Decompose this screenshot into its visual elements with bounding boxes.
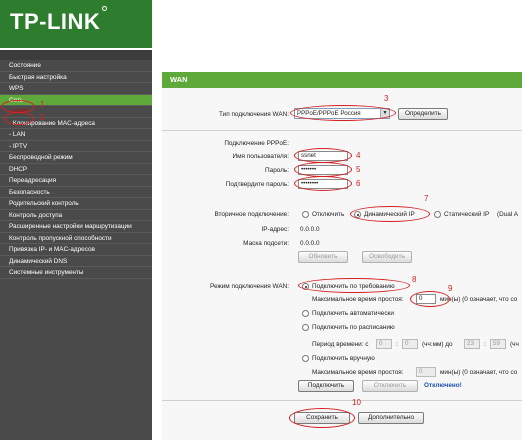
- mode-manual-label: Подключить вручную: [312, 355, 375, 362]
- page-title: WAN: [162, 72, 522, 88]
- mode-auto-label: Подключить автоматически: [312, 310, 394, 317]
- annotation-number-1: 1: [40, 100, 45, 109]
- wan-mode-label: Режим подключения WAN:: [210, 283, 289, 290]
- annotation-circle-6: [294, 176, 352, 191]
- period-from-hour-input[interactable]: 0: [376, 339, 392, 349]
- wan-type-label: Тип подключения WAN:: [219, 111, 289, 118]
- mode-auto-radio[interactable]: [302, 310, 309, 317]
- sidebar-item-wps[interactable]: WPS: [0, 83, 152, 95]
- logo-area: TP-LINK: [0, 0, 152, 48]
- subnet-mask-value: 0.0.0.0: [300, 240, 320, 247]
- annotation-number-10: 10: [352, 398, 361, 407]
- connect-button[interactable]: Подключить: [298, 380, 354, 392]
- annotation-number-2: 2: [40, 113, 45, 122]
- annotation-circle-2: [4, 112, 34, 125]
- time-colon: :: [396, 341, 398, 348]
- sidebar-item-parental[interactable]: Родительский контроль: [0, 198, 152, 210]
- secondary-static-ip-label: Статический IP: [444, 211, 490, 218]
- period-separator: (чч:мм) до: [422, 341, 453, 348]
- connection-status: Отключено!: [424, 382, 462, 389]
- sidebar-item-wireless[interactable]: Беспроводной режим: [0, 152, 152, 164]
- detect-button[interactable]: Определить: [398, 108, 448, 120]
- sidebar-item-ddns[interactable]: Динамический DNS: [0, 256, 152, 267]
- sidebar-item-lan[interactable]: - LAN: [0, 129, 152, 141]
- period-from-minute-input[interactable]: 0: [402, 339, 418, 349]
- sidebar-item-iptv[interactable]: - IPTV: [0, 141, 152, 152]
- annotation-number-3: 3: [384, 94, 389, 103]
- advanced-button[interactable]: Дополнительно: [358, 412, 424, 424]
- annotation-circle-5: [294, 162, 352, 177]
- period-suffix: (чч: [510, 341, 519, 348]
- annotation-number-8: 8: [412, 275, 417, 284]
- mode-manual-radio[interactable]: [302, 355, 309, 362]
- sidebar-item-system-tools[interactable]: Системные инструменты: [0, 267, 152, 279]
- idle-time-label: Максимальное время простоя:: [312, 296, 404, 303]
- period-to-hour-input[interactable]: 23: [464, 339, 480, 349]
- sidebar-item-dhcp[interactable]: DHCP: [0, 164, 152, 175]
- annotation-circle-8: [298, 278, 410, 293]
- sidebar-item-ip-mac-binding[interactable]: Привязка IP- и MAC-адресов: [0, 244, 152, 256]
- ip-address-value: 0.0.0.0: [300, 226, 320, 233]
- password-label: Пароль:: [265, 167, 289, 174]
- secondary-disable-label: Отключить: [312, 211, 345, 218]
- refresh-button[interactable]: Обновить: [298, 251, 348, 263]
- annotation-circle-7: [350, 206, 430, 222]
- annotation-number-9: 9: [448, 284, 453, 293]
- sidebar-item-security[interactable]: Безопасность: [0, 187, 152, 198]
- confirm-password-label: Подтвердите пароль:: [225, 181, 289, 188]
- main-panel: WAN Тип подключения WAN: PPPoE/PPPoE Рос…: [152, 50, 522, 440]
- mode-schedule-radio[interactable]: [302, 324, 309, 331]
- annotation-number-7: 7: [424, 194, 429, 203]
- secondary-static-ip-radio[interactable]: [434, 211, 441, 218]
- sidebar-item-access-control[interactable]: Контроль доступа: [0, 210, 152, 221]
- secondary-disable-radio[interactable]: [302, 211, 309, 218]
- header: TP-LINK: [0, 0, 522, 50]
- annotation-number-6: 6: [356, 179, 361, 188]
- sidebar-item-quick-setup[interactable]: Быстрая настройка: [0, 72, 152, 83]
- sidebar-item-forwarding[interactable]: Переадресация: [0, 175, 152, 187]
- period-to-minute-input[interactable]: 59: [490, 339, 506, 349]
- disconnect-button[interactable]: Отключить: [362, 380, 418, 392]
- annotation-number-4: 4: [356, 151, 361, 160]
- time-colon: :: [484, 341, 486, 348]
- annotation-circle-10: [289, 408, 355, 428]
- annotation-circle-3: [290, 105, 396, 121]
- idle-time-2-suffix: мин(ы) (0 означает, что со: [440, 369, 518, 376]
- annotation-circle-4: [294, 148, 352, 163]
- subnet-mask-label: Маска подсети:: [243, 240, 289, 247]
- sidebar-item-bandwidth[interactable]: Контроль пропускной способности: [0, 233, 152, 244]
- idle-time-2-input[interactable]: 0: [416, 367, 436, 377]
- release-button[interactable]: Освободить: [362, 251, 412, 263]
- ip-address-label: IP-адрес:: [261, 226, 289, 233]
- annotation-circle-9: [410, 291, 450, 307]
- username-label: Имя пользователя:: [232, 153, 289, 160]
- pppoe-header: Подключение PPPoE:: [224, 140, 289, 147]
- annotation-number-5: 5: [356, 165, 361, 174]
- sidebar-item-status[interactable]: Состояние: [0, 60, 152, 72]
- secondary-dual-access-label: (Dual A: [497, 211, 518, 218]
- secondary-connection-label: Вторичное подключение:: [214, 211, 290, 218]
- mode-schedule-label: Подключить по расписанию: [312, 324, 395, 331]
- idle-time-suffix: мин(ы) (0 означает, что со: [440, 296, 518, 303]
- tp-link-logo: TP-LINK: [10, 6, 108, 35]
- idle-time-2-label: Максимальное время простоя:: [312, 369, 404, 376]
- period-label: Период времени: с: [312, 341, 369, 348]
- sidebar-item-routing[interactable]: Расширенные настройки маршрутизации: [0, 221, 152, 233]
